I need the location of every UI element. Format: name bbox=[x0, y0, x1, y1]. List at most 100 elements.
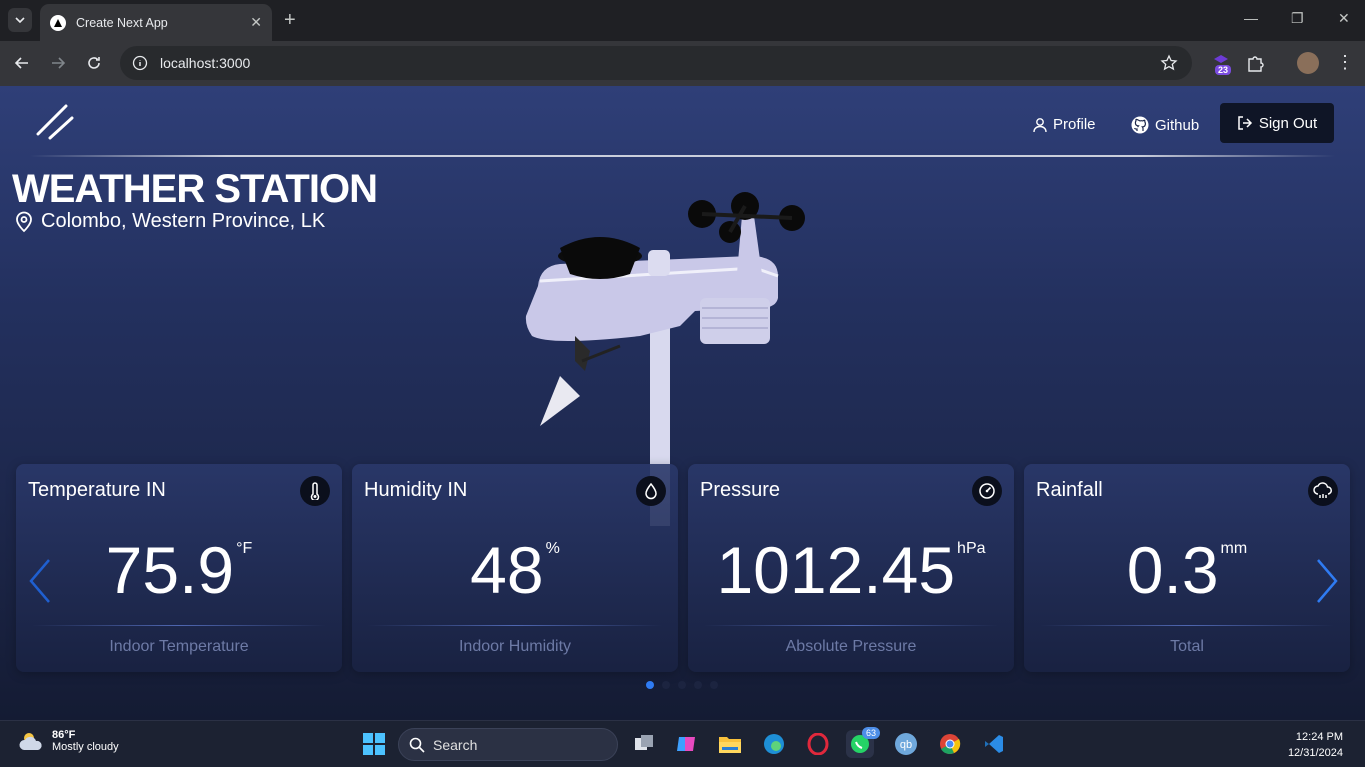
card-value: 1012.45 hPa bbox=[716, 533, 986, 607]
chevron-down-icon bbox=[15, 17, 25, 23]
gauge-icon bbox=[972, 476, 1002, 506]
task-view-icon[interactable] bbox=[630, 730, 658, 758]
card-title: Rainfall bbox=[1036, 479, 1103, 501]
address-bar[interactable]: localhost:3000 bbox=[120, 46, 1192, 80]
humidity-card[interactable]: Humidity IN 48% Indoor Humidity bbox=[352, 464, 678, 672]
carousel-dot-2[interactable] bbox=[662, 681, 670, 689]
card-title: Pressure bbox=[700, 479, 781, 501]
github-icon bbox=[1131, 116, 1149, 134]
extensions-puzzle-icon[interactable] bbox=[1245, 53, 1265, 78]
reload-button[interactable] bbox=[84, 53, 104, 73]
carousel-prev-button[interactable] bbox=[25, 556, 55, 606]
url-text: localhost:3000 bbox=[160, 55, 251, 71]
weather-desc: Mostly cloudy bbox=[52, 741, 119, 753]
tab-close-icon[interactable]: ✕ bbox=[250, 14, 262, 31]
clock-date: 12/31/2024 bbox=[1287, 747, 1343, 759]
web-page: Profile Github Sign Out WEATHER STATION … bbox=[0, 86, 1365, 720]
browser-toolbar: localhost:3000 23 ⋮ bbox=[0, 41, 1365, 86]
nextjs-favicon-icon bbox=[50, 14, 66, 31]
card-subtitle: Indoor Humidity bbox=[458, 638, 572, 655]
clock-time: 12:24 PM bbox=[1295, 731, 1343, 743]
card-value: 48% bbox=[470, 533, 560, 607]
thermometer-icon bbox=[300, 476, 330, 506]
card-divider bbox=[704, 625, 998, 626]
carousel-dot-1[interactable] bbox=[646, 681, 654, 689]
sign-out-label: Sign Out bbox=[1258, 114, 1318, 132]
reload-icon bbox=[88, 57, 100, 69]
carousel-dot-4[interactable] bbox=[694, 681, 702, 689]
forward-button[interactable] bbox=[48, 53, 68, 73]
card-unit: °F bbox=[236, 540, 253, 557]
card-unit: hPa bbox=[957, 540, 986, 557]
location-text: Colombo, Western Province, LK bbox=[41, 210, 326, 232]
user-icon bbox=[1033, 117, 1047, 132]
page-title: WEATHER STATION bbox=[12, 167, 378, 211]
droplet-icon bbox=[636, 476, 666, 506]
app-logo-icon[interactable] bbox=[36, 104, 76, 140]
taskbar-search-box[interactable]: Search bbox=[398, 728, 618, 761]
opera-browser-icon[interactable] bbox=[804, 730, 832, 758]
github-label: Github bbox=[1155, 116, 1200, 134]
browser-tabbar: Create Next App ✕ + — ❐ ✕ bbox=[0, 0, 1365, 41]
sign-out-button[interactable]: Sign Out bbox=[1220, 103, 1334, 143]
site-info-icon[interactable] bbox=[132, 55, 148, 71]
location: Colombo, Western Province, LK bbox=[13, 210, 325, 233]
profile-label: Profile bbox=[1053, 116, 1096, 133]
profile-link[interactable]: Profile bbox=[1033, 116, 1096, 133]
card-divider bbox=[368, 625, 662, 626]
minimize-button[interactable]: — bbox=[1244, 10, 1258, 26]
browser-tab[interactable]: Create Next App ✕ bbox=[40, 4, 272, 41]
browser-menu-button[interactable]: ⋮ bbox=[1336, 51, 1354, 73]
chrome-icon[interactable] bbox=[936, 730, 964, 758]
weather-temp: 86°F bbox=[52, 729, 76, 741]
carousel-dot-3[interactable] bbox=[678, 681, 686, 689]
carousel-pagination bbox=[646, 681, 718, 689]
extension-badge: 23 bbox=[1215, 65, 1232, 75]
cloud-rain-icon bbox=[1308, 476, 1338, 506]
header-divider bbox=[30, 155, 1335, 157]
map-pin-icon bbox=[16, 211, 32, 232]
tab-title: Create Next App bbox=[76, 15, 168, 30]
profile-avatar[interactable] bbox=[1297, 52, 1319, 74]
taskbar-weather-widget[interactable]: 86°F Mostly cloudy bbox=[18, 729, 119, 753]
qbittorrent-icon[interactable]: qb bbox=[892, 730, 920, 758]
card-subtitle: Total bbox=[1170, 638, 1204, 655]
vscode-icon[interactable] bbox=[980, 730, 1008, 758]
arrow-left-icon bbox=[14, 57, 28, 69]
card-subtitle: Absolute Pressure bbox=[785, 638, 917, 655]
card-title: Temperature IN bbox=[28, 479, 166, 501]
windows-start-icon[interactable] bbox=[360, 730, 388, 758]
carousel-next-button[interactable] bbox=[1312, 556, 1342, 606]
search-icon bbox=[409, 737, 425, 753]
card-subtitle: Indoor Temperature bbox=[109, 638, 249, 655]
file-explorer-icon[interactable] bbox=[716, 730, 744, 758]
card-divider bbox=[1040, 625, 1334, 626]
card-title: Humidity IN bbox=[364, 479, 468, 501]
back-button[interactable] bbox=[12, 53, 32, 73]
taskbar-clock[interactable]: 12:24 PM 12/31/2024 bbox=[1288, 729, 1343, 761]
close-window-button[interactable]: ✕ bbox=[1338, 10, 1350, 27]
pressure-card[interactable]: Pressure 1012.45 hPa Absolute Pressure bbox=[688, 464, 1014, 672]
cloudy-icon bbox=[19, 733, 42, 750]
logout-icon bbox=[1238, 116, 1252, 130]
search-label: Search bbox=[433, 736, 478, 753]
restore-button[interactable]: ❐ bbox=[1291, 10, 1304, 27]
carousel-dot-5[interactable] bbox=[710, 681, 718, 689]
edge-browser-icon[interactable] bbox=[760, 730, 788, 758]
temperature-card[interactable]: Temperature IN 75.9 °F Indoor Temperature bbox=[16, 464, 342, 672]
card-value: 75.9 °F bbox=[105, 533, 253, 607]
card-value: 0.3 mm bbox=[1126, 533, 1248, 607]
rainfall-card[interactable]: Rainfall 0.3 mm Total bbox=[1024, 464, 1350, 672]
github-link[interactable]: Github bbox=[1131, 116, 1199, 134]
copilot-icon[interactable] bbox=[672, 730, 700, 758]
card-unit: % bbox=[545, 540, 560, 557]
card-unit: mm bbox=[1220, 540, 1248, 557]
svg-text:qb: qb bbox=[900, 739, 912, 751]
new-tab-button[interactable]: + bbox=[284, 10, 296, 30]
windows-taskbar: 86°F Mostly cloudy Search 63 qb 12:24 PM… bbox=[0, 720, 1365, 767]
bookmark-star-icon[interactable] bbox=[1160, 54, 1178, 72]
card-divider bbox=[32, 625, 326, 626]
tab-search-button[interactable] bbox=[8, 8, 32, 32]
whatsapp-badge: 63 bbox=[862, 727, 881, 739]
arrow-right-icon bbox=[52, 57, 66, 69]
